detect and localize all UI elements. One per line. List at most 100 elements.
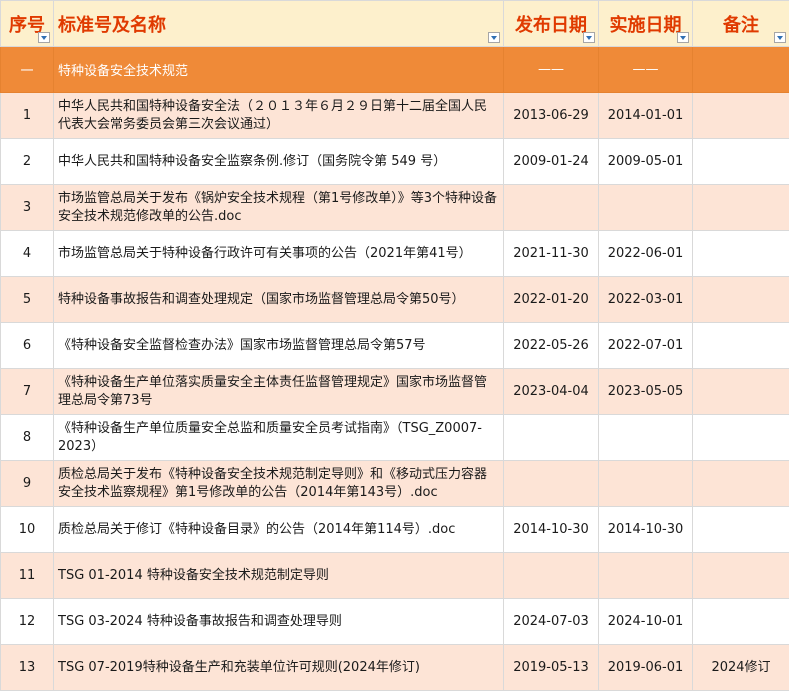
cell-note[interactable] [692,230,789,277]
cell-impl[interactable] [598,460,693,507]
spreadsheet-table: 序号 标准号及名称 发布日期 实施日期 备注 一 特种设备安全技术规范 —— —… [0,0,789,691]
cell-impl[interactable]: 2019-06-01 [598,644,693,691]
cell-no[interactable]: 13 [0,644,54,691]
cell-name[interactable]: 市场监管总局关于发布《锅炉安全技术规程（第1号修改单）》等3个特种设备安全技术规… [53,184,504,231]
cell-name[interactable]: TSG 07-2019特种设备生产和充装单位许可规则(2024年修订) [53,644,504,691]
table-row: 4 市场监管总局关于特种设备行政许可有关事项的公告（2021年第41号） 2021-… [0,230,789,277]
cell-impl[interactable]: 2023-05-05 [598,368,693,415]
cell-pub[interactable]: 2009-01-24 [503,138,599,185]
cell-note[interactable] [692,460,789,507]
cell-no[interactable]: 1 [0,92,54,139]
header-pub-label: 发布日期 [515,14,587,36]
header-name: 标准号及名称 [53,0,504,47]
table-row: 13 TSG 07-2019特种设备生产和充装单位许可规则(2024年修订) 201… [0,644,789,691]
cell-name[interactable]: 质检总局关于发布《特种设备安全技术规范制定导则》和《移动式压力容器安全技术监察规… [53,460,504,507]
table-row: 1 中华人民共和国特种设备安全法（２０１３年６月２９日第十二届全国人民代表大会常务… [0,92,789,139]
cell-impl[interactable]: 2022-06-01 [598,230,693,277]
table-row: 10 质检总局关于修订《特种设备目录》的公告（2014年第114号）.doc 201… [0,506,789,553]
section-pub[interactable]: —— [503,46,599,93]
cell-pub[interactable]: 2022-01-20 [503,276,599,323]
cell-note[interactable] [692,138,789,185]
cell-impl[interactable]: 2014-01-01 [598,92,693,139]
cell-note[interactable] [692,368,789,415]
cell-pub[interactable]: 2014-10-30 [503,506,599,553]
cell-note[interactable] [692,552,789,599]
section-note[interactable] [692,46,789,93]
cell-no[interactable]: 6 [0,322,54,369]
cell-pub[interactable]: 2023-04-04 [503,368,599,415]
filter-dropdown-icon[interactable] [488,32,500,43]
section-name[interactable]: 特种设备安全技术规范 [53,46,504,93]
cell-name[interactable]: 《特种设备生产单位质量安全总监和质量安全员考试指南》（TSG_Z0007-202… [53,414,504,461]
cell-no[interactable]: 2 [0,138,54,185]
cell-note[interactable] [692,414,789,461]
cell-pub[interactable]: 2013-06-29 [503,92,599,139]
cell-no[interactable]: 4 [0,230,54,277]
table-row: 2 中华人民共和国特种设备安全监察条例.修订（国务院令第 549 号） 2009-0… [0,138,789,185]
cell-pub[interactable] [503,552,599,599]
cell-impl[interactable]: 2014-10-30 [598,506,693,553]
cell-name[interactable]: 中华人民共和国特种设备安全监察条例.修订（国务院令第 549 号） [53,138,504,185]
cell-name[interactable]: 《特种设备生产单位落实质量安全主体责任监督管理规定》国家市场监督管理总局令第73… [53,368,504,415]
table-row: 8 《特种设备生产单位质量安全总监和质量安全员考试指南》（TSG_Z0007-20… [0,414,789,461]
table-row: 12 TSG 03-2024 特种设备事故报告和调查处理导则 2024-07-03 2… [0,598,789,645]
cell-note[interactable] [692,92,789,139]
header-name-label: 标准号及名称 [58,14,166,36]
section-row: 一 特种设备安全技术规范 —— —— [0,46,789,93]
cell-note[interactable]: 2024修订 [692,644,789,691]
cell-name[interactable]: 特种设备事故报告和调查处理规定（国家市场监督管理总局令第50号） [53,276,504,323]
header-note-label: 备注 [723,14,759,36]
cell-note[interactable] [692,322,789,369]
section-no[interactable]: 一 [0,46,54,93]
cell-note[interactable] [692,184,789,231]
cell-pub[interactable]: 2019-05-13 [503,644,599,691]
header-pub: 发布日期 [503,0,599,47]
cell-impl[interactable]: 2022-03-01 [598,276,693,323]
cell-pub[interactable]: 2021-11-30 [503,230,599,277]
cell-name[interactable]: 市场监管总局关于特种设备行政许可有关事项的公告（2021年第41号） [53,230,504,277]
cell-name[interactable]: TSG 03-2024 特种设备事故报告和调查处理导则 [53,598,504,645]
filter-dropdown-icon[interactable] [677,32,689,43]
cell-no[interactable]: 3 [0,184,54,231]
cell-no[interactable]: 5 [0,276,54,323]
cell-impl[interactable] [598,552,693,599]
filter-dropdown-icon[interactable] [774,32,786,43]
cell-no[interactable]: 8 [0,414,54,461]
table-row: 3 市场监管总局关于发布《锅炉安全技术规程（第1号修改单）》等3个特种设备安全技术… [0,184,789,231]
cell-pub[interactable]: 2024-07-03 [503,598,599,645]
table-row: 7 《特种设备生产单位落实质量安全主体责任监督管理规定》国家市场监督管理总局令第7… [0,368,789,415]
header-impl-label: 实施日期 [609,14,682,36]
cell-note[interactable] [692,506,789,553]
cell-impl[interactable]: 2024-10-01 [598,598,693,645]
cell-name[interactable]: TSG 01-2014 特种设备安全技术规范制定导则 [53,552,504,599]
cell-impl[interactable] [598,184,693,231]
cell-no[interactable]: 11 [0,552,54,599]
cell-pub[interactable] [503,460,599,507]
cell-no[interactable]: 9 [0,460,54,507]
header-impl: 实施日期 [598,0,693,47]
cell-pub[interactable]: 2022-05-26 [503,322,599,369]
cell-name[interactable]: 《特种设备安全监督检查办法》国家市场监督管理总局令第57号 [53,322,504,369]
cell-impl[interactable] [598,414,693,461]
cell-no[interactable]: 10 [0,506,54,553]
cell-pub[interactable] [503,184,599,231]
cell-no[interactable]: 7 [0,368,54,415]
cell-name[interactable]: 中华人民共和国特种设备安全法（２０１３年６月２９日第十二届全国人民代表大会常务委… [53,92,504,139]
cell-name[interactable]: 质检总局关于修订《特种设备目录》的公告（2014年第114号）.doc [53,506,504,553]
filter-dropdown-icon[interactable] [583,32,595,43]
table-row: 9 质检总局关于发布《特种设备安全技术规范制定导则》和《移动式压力容器安全技术监察… [0,460,789,507]
header-row: 序号 标准号及名称 发布日期 实施日期 备注 [0,0,789,47]
cell-impl[interactable]: 2009-05-01 [598,138,693,185]
table-row: 11 TSG 01-2014 特种设备安全技术规范制定导则 [0,552,789,599]
cell-pub[interactable] [503,414,599,461]
cell-note[interactable] [692,598,789,645]
table-row: 6 《特种设备安全监督检查办法》国家市场监督管理总局令第57号 2022-05-26… [0,322,789,369]
section-impl[interactable]: —— [598,46,693,93]
filter-dropdown-icon[interactable] [38,32,50,43]
header-no: 序号 [0,0,54,47]
cell-no[interactable]: 12 [0,598,54,645]
table-row: 5 特种设备事故报告和调查处理规定（国家市场监督管理总局令第50号） 2022-01… [0,276,789,323]
header-note: 备注 [692,0,789,47]
cell-impl[interactable]: 2022-07-01 [598,322,693,369]
cell-note[interactable] [692,276,789,323]
